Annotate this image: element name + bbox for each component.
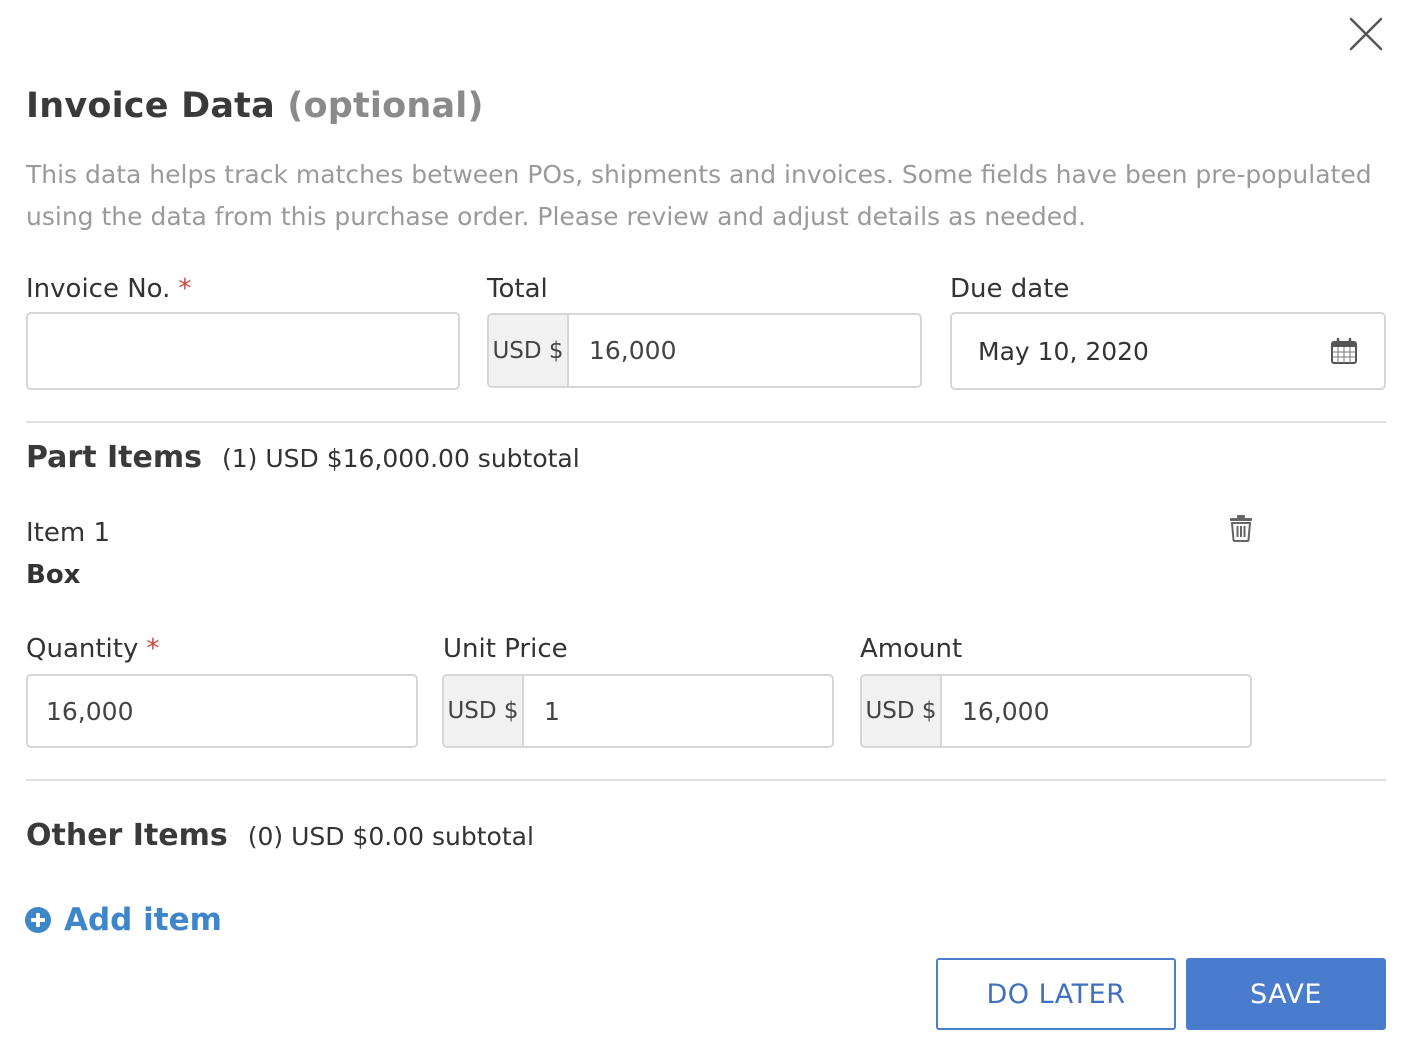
unit-price-currency-addon: USD $ — [444, 676, 524, 746]
part-items-title: Part Items — [26, 440, 202, 475]
quantity-input[interactable] — [28, 676, 416, 746]
part-items-header: Part Items (1) USD $16,000.00 subtotal — [26, 440, 580, 475]
dialog-title-text: Invoice Data — [26, 86, 275, 126]
divider — [26, 421, 1386, 423]
amount-currency-addon: USD $ — [862, 676, 942, 746]
quantity-label-text: Quantity — [26, 634, 139, 664]
due-date-input[interactable] — [952, 314, 1384, 388]
close-button[interactable] — [1346, 14, 1386, 54]
dialog-title: Invoice Data (optional) — [26, 86, 484, 126]
divider — [26, 779, 1386, 781]
invoice-no-label: Invoice No. * — [26, 274, 191, 304]
amount-input[interactable] — [942, 676, 1250, 746]
calendar-button[interactable] — [1330, 337, 1358, 365]
close-icon — [1349, 17, 1383, 51]
total-input[interactable] — [569, 315, 920, 386]
due-date-label: Due date — [950, 274, 1070, 304]
amount-field: USD $ — [860, 674, 1252, 748]
total-label: Total — [487, 274, 548, 304]
total-currency-addon: USD $ — [489, 315, 569, 386]
invoice-no-field — [26, 312, 460, 390]
total-field: USD $ — [487, 313, 922, 388]
other-items-subtotal: (0) USD $0.00 subtotal — [247, 822, 534, 851]
trash-icon — [1230, 515, 1252, 542]
invoice-no-label-text: Invoice No. — [26, 274, 171, 304]
unit-price-field: USD $ — [442, 674, 834, 748]
unit-price-input[interactable] — [524, 676, 832, 746]
part-items-subtotal: (1) USD $16,000.00 subtotal — [221, 444, 580, 473]
dialog-title-optional: (optional) — [287, 86, 484, 126]
plus-circle-icon — [24, 906, 52, 934]
amount-label: Amount — [860, 634, 963, 664]
due-date-field — [950, 312, 1386, 390]
quantity-field — [26, 674, 418, 748]
other-items-title: Other Items — [26, 818, 228, 853]
do-later-button[interactable]: DO LATER — [936, 958, 1176, 1030]
required-marker: * — [178, 274, 192, 304]
delete-item-button[interactable] — [1228, 514, 1254, 542]
invoice-no-input[interactable] — [28, 314, 458, 388]
quantity-label: Quantity * — [26, 634, 159, 664]
dialog-description: This data helps track matches between PO… — [26, 160, 1372, 231]
unit-price-label: Unit Price — [443, 634, 568, 664]
add-item-label: Add item — [64, 902, 222, 938]
calendar-icon — [1331, 337, 1357, 364]
save-button[interactable]: SAVE — [1186, 958, 1386, 1030]
other-items-header: Other Items (0) USD $0.00 subtotal — [26, 818, 534, 853]
required-marker: * — [146, 634, 160, 664]
item-index-label: Item 1 — [26, 518, 110, 548]
add-item-button[interactable]: Add item — [24, 902, 222, 938]
item-name: Box — [26, 560, 81, 590]
